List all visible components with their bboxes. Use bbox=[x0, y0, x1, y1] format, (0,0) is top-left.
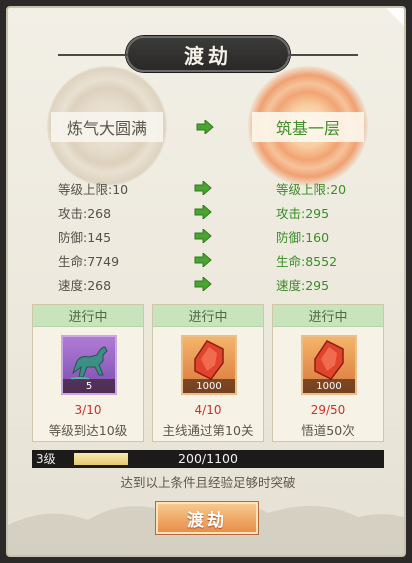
item-count: 1000 bbox=[303, 379, 355, 393]
breakthrough-button[interactable]: 渡劫 bbox=[156, 502, 258, 534]
item-count: 5 bbox=[63, 379, 115, 393]
reward-item-slot[interactable]: 1000 bbox=[181, 335, 237, 395]
current-realm-label: 炼气大圆满 bbox=[51, 112, 163, 142]
red-crystal-icon bbox=[194, 340, 224, 380]
condition-status: 进行中 bbox=[33, 305, 143, 327]
stat-arrow-icon bbox=[194, 253, 212, 267]
stat-old-attack: 攻击:268 bbox=[58, 206, 112, 221]
condition-progress: 3/10 bbox=[74, 403, 102, 417]
condition-requirement: 等级到达10级 bbox=[48, 423, 128, 438]
stat-arrow-icon bbox=[194, 205, 212, 219]
stat-new-health: 生命:8552 bbox=[276, 254, 338, 269]
stat-new-speed: 速度:295 bbox=[276, 278, 330, 293]
stat-old-defense: 防御:145 bbox=[58, 230, 112, 245]
stat-arrow-icon bbox=[194, 277, 212, 291]
condition-card-mainline[interactable]: 进行中 1000 4/10 主线通过第10关 bbox=[152, 304, 264, 442]
corner-fold bbox=[386, 8, 404, 26]
condition-cards: 进行中 5 3/10 等级到达10级 进行中 1000 4/10 主线通过第10… bbox=[32, 304, 384, 442]
stat-old-level-cap: 等级上限:10 bbox=[58, 182, 129, 197]
stat-old-health: 生命:7749 bbox=[58, 254, 120, 269]
experience-value: 200/1100 bbox=[178, 451, 238, 466]
red-crystal-icon bbox=[314, 340, 344, 380]
condition-card-enlightenment[interactable]: 进行中 1000 29/50 悟道50次 bbox=[272, 304, 384, 442]
condition-progress: 29/50 bbox=[310, 403, 346, 417]
breakthrough-panel: 渡劫 炼气大圆满 筑基一层 等级上限:10 等级上限:20 攻击:268 攻击:… bbox=[6, 6, 406, 557]
page-title: 渡劫 bbox=[184, 43, 232, 68]
title-banner: 渡劫 bbox=[58, 36, 358, 72]
condition-card-level[interactable]: 进行中 5 3/10 等级到达10级 bbox=[32, 304, 144, 442]
reward-item-slot[interactable]: 1000 bbox=[301, 335, 357, 395]
condition-status: 进行中 bbox=[153, 305, 263, 327]
stat-new-attack: 攻击:295 bbox=[276, 206, 330, 221]
next-realm-label: 筑基一层 bbox=[252, 112, 364, 142]
condition-progress: 4/10 bbox=[194, 403, 222, 417]
stat-old-speed: 速度:268 bbox=[58, 278, 112, 293]
stat-new-defense: 防御:160 bbox=[276, 230, 330, 245]
realm-arrow-icon bbox=[196, 120, 214, 134]
stat-arrow-icon bbox=[194, 181, 212, 195]
stat-new-level-cap: 等级上限:20 bbox=[276, 182, 347, 197]
condition-requirement: 主线通过第10关 bbox=[162, 423, 254, 438]
experience-bar: 3级 200/1100 bbox=[32, 450, 384, 468]
item-count: 1000 bbox=[183, 379, 235, 393]
condition-requirement: 悟道50次 bbox=[301, 423, 355, 438]
breakthrough-hint: 达到以上条件且经验足够时突破 bbox=[120, 474, 296, 490]
condition-status: 进行中 bbox=[273, 305, 383, 327]
reward-item-slot[interactable]: 5 bbox=[61, 335, 117, 395]
stat-arrow-icon bbox=[194, 229, 212, 243]
